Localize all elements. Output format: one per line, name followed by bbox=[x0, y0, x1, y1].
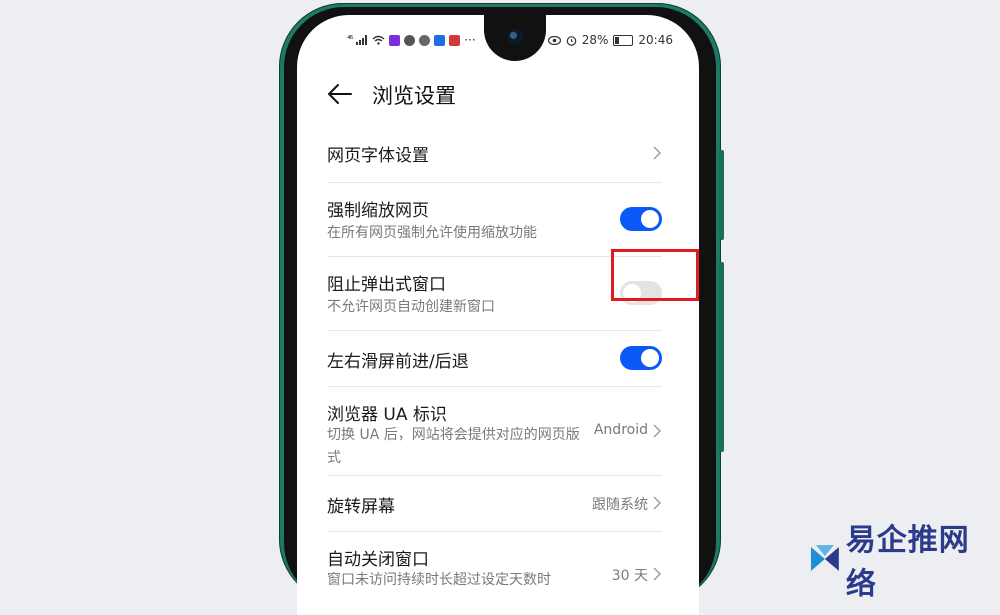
setting-value: Android bbox=[593, 422, 648, 438]
app-notification-icon-3 bbox=[449, 34, 461, 46]
setting-value: 跟随系统 bbox=[592, 497, 648, 513]
setting-swipe-navigation[interactable]: 左右滑屏前进/后退 bbox=[327, 331, 662, 387]
app-notification-icon bbox=[389, 34, 401, 46]
watermark: 易企推网络 bbox=[808, 515, 1000, 603]
eye-icon bbox=[547, 35, 561, 45]
page-title: 浏览设置 bbox=[372, 84, 456, 108]
force-zoom-toggle[interactable] bbox=[620, 207, 662, 231]
phone-screen: ⁴⁶ ··· 28% 20:46 浏览设置 网页字体设置 强制缩放网页 在所有网… bbox=[297, 15, 699, 615]
setting-rotate-screen[interactable]: 旋转屏幕 跟随系统 bbox=[327, 476, 662, 532]
setting-auto-close-window[interactable]: 自动关闭窗口 窗口未访问持续时长超过设定天数时 30 天 bbox=[327, 532, 662, 612]
signal-icon bbox=[356, 35, 368, 45]
setting-subtitle: 切换 UA 后，网站将会提供对应的网页版式 bbox=[327, 427, 580, 466]
watermark-logo-icon bbox=[810, 545, 839, 571]
back-arrow-icon[interactable] bbox=[327, 81, 353, 107]
toggle-knob bbox=[641, 210, 659, 228]
setting-title: 强制缩放网页 bbox=[327, 201, 429, 221]
setting-force-zoom[interactable]: 强制缩放网页 在所有网页强制允许使用缩放功能 bbox=[327, 183, 662, 257]
chevron-right-icon bbox=[653, 146, 661, 160]
chevron-right-icon bbox=[653, 567, 661, 581]
setting-title: 旋转屏幕 bbox=[327, 497, 395, 517]
power-button bbox=[719, 262, 724, 452]
volume-button bbox=[719, 150, 724, 240]
title-bar: 浏览设置 bbox=[297, 75, 699, 119]
setting-subtitle: 窗口未访问持续时长超过设定天数时 bbox=[327, 572, 551, 588]
setting-subtitle: 不允许网页自动创建新窗口 bbox=[327, 299, 495, 315]
watermark-text: 易企推网络 bbox=[845, 523, 970, 602]
phone-bezel: ⁴⁶ ··· 28% 20:46 浏览设置 网页字体设置 强制缩放网页 在所有网… bbox=[284, 7, 716, 615]
alarm-icon bbox=[566, 35, 577, 46]
chat-icon bbox=[404, 34, 416, 46]
chevron-right-icon bbox=[653, 496, 661, 510]
setting-value: 30 天 bbox=[611, 568, 648, 584]
setting-subtitle: 在所有网页强制允许使用缩放功能 bbox=[327, 225, 537, 241]
swipe-navigation-toggle[interactable] bbox=[620, 346, 662, 370]
setting-title: 左右滑屏前进/后退 bbox=[327, 352, 469, 372]
camera-notch bbox=[484, 15, 546, 61]
app-notification-icon-2 bbox=[434, 34, 446, 46]
chevron-right-icon bbox=[653, 424, 661, 438]
front-camera-icon bbox=[507, 29, 523, 45]
battery-icon bbox=[613, 34, 634, 46]
setting-title: 自动关闭窗口 bbox=[327, 550, 429, 570]
phone-frame: ⁴⁶ ··· 28% 20:46 浏览设置 网页字体设置 强制缩放网页 在所有网… bbox=[279, 3, 721, 615]
more-notifications: ··· bbox=[464, 33, 476, 47]
setting-web-font[interactable]: 网页字体设置 bbox=[327, 122, 662, 183]
battery-percent: 28% bbox=[581, 33, 609, 47]
clock: 20:46 bbox=[638, 33, 673, 47]
setting-title: 阻止弹出式窗口 bbox=[327, 275, 446, 295]
network-type: ⁴⁶ bbox=[347, 35, 353, 45]
wifi-icon bbox=[372, 35, 385, 45]
highlight-box bbox=[611, 249, 699, 301]
wechat-icon bbox=[419, 34, 431, 46]
setting-ua-identifier[interactable]: 浏览器 UA 标识 切换 UA 后，网站将会提供对应的网页版式 Android bbox=[327, 387, 662, 476]
toggle-knob bbox=[641, 349, 659, 367]
setting-title: 浏览器 UA 标识 bbox=[327, 405, 447, 425]
setting-title: 网页字体设置 bbox=[327, 146, 429, 166]
settings-list: 网页字体设置 强制缩放网页 在所有网页强制允许使用缩放功能 阻止弹出式窗口 不允… bbox=[327, 122, 662, 612]
